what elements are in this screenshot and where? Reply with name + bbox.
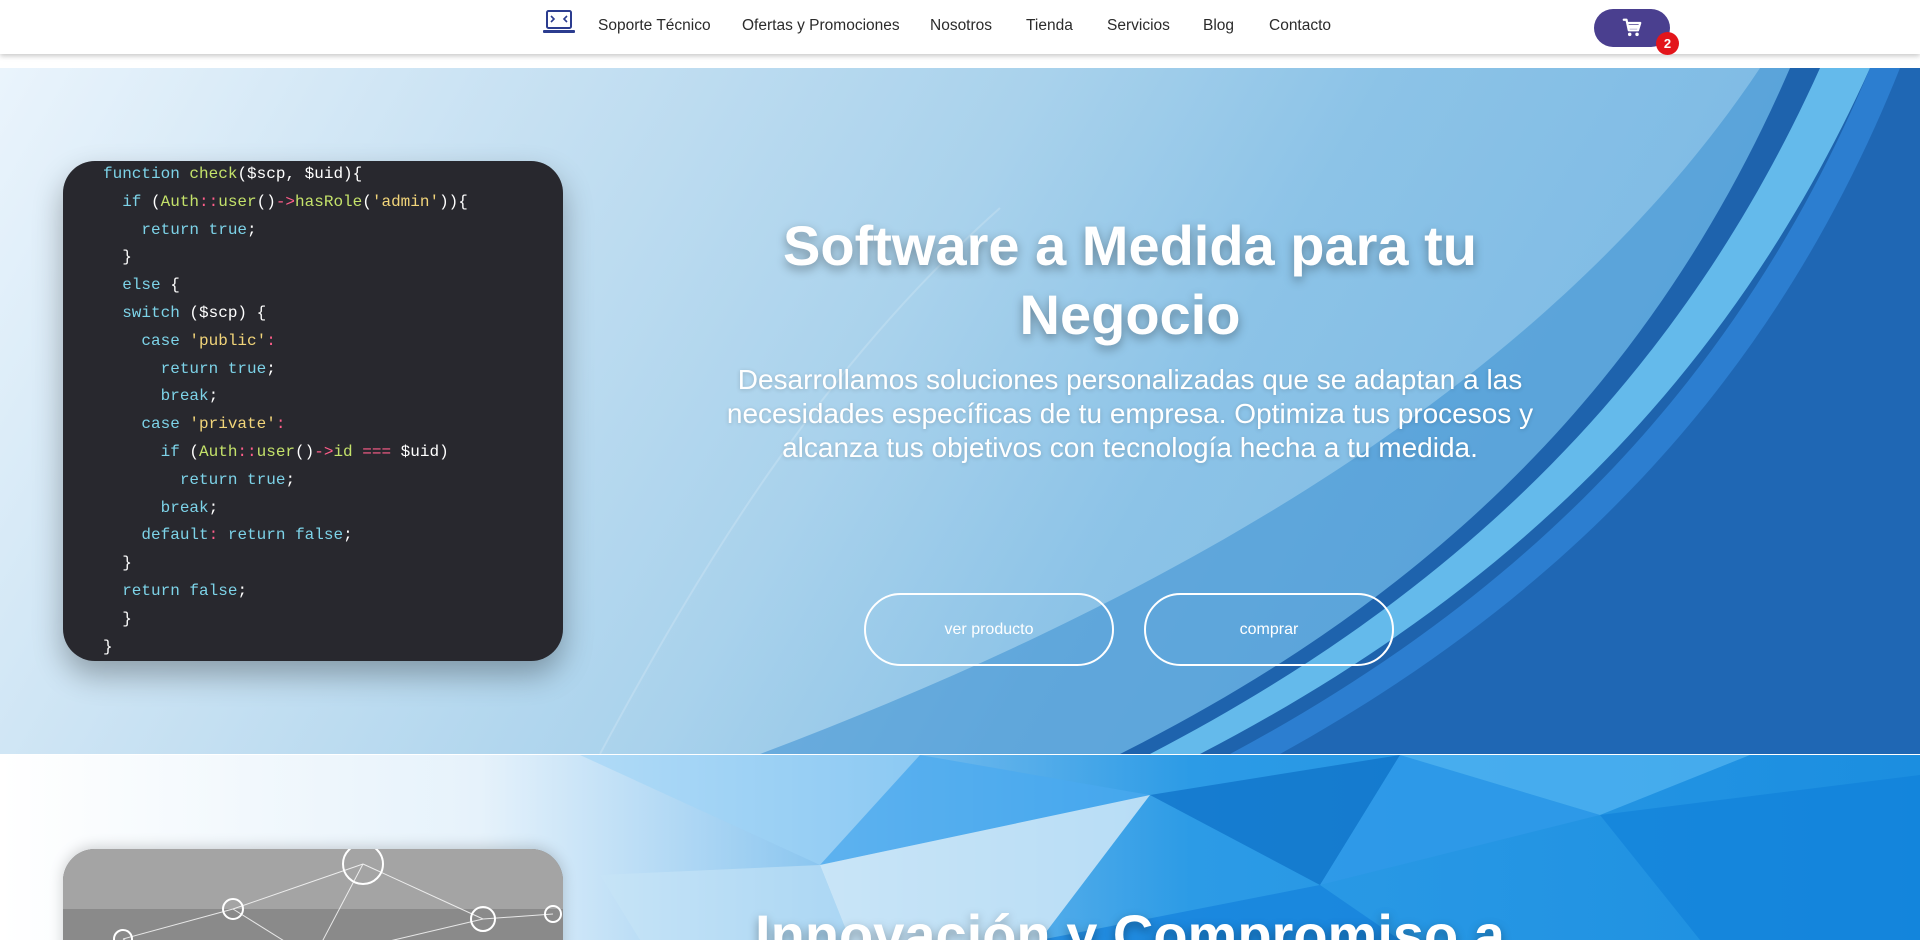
innovation-section: Innovación y Compromiso a — [0, 755, 1920, 940]
nav-contacto[interactable]: Contacto — [1269, 17, 1331, 35]
laptop-code-icon[interactable] — [541, 9, 577, 37]
nav-servicios[interactable]: Servicios — [1107, 17, 1170, 35]
ver-producto-button[interactable]: ver producto — [864, 593, 1114, 666]
nav-soporte-tecnico[interactable]: Soporte Técnico — [598, 17, 711, 35]
hero-title: Software a Medida para tu Negocio — [783, 214, 1477, 346]
code-snippet-card: function check($scp, $uid){ if (Auth::us… — [63, 161, 563, 661]
site-header: Soporte Técnico Ofertas y Promociones No… — [0, 0, 1920, 55]
nav-tienda[interactable]: Tienda — [1026, 17, 1073, 35]
nav-nosotros[interactable]: Nosotros — [930, 17, 992, 35]
network-people-image — [63, 849, 563, 940]
cart-count-badge: 2 — [1656, 32, 1679, 55]
hero-description: Desarrollamos soluciones personalizadas … — [726, 364, 1534, 463]
code-snippet: function check($scp, $uid){ if (Auth::us… — [103, 165, 468, 656]
section-title: Innovación y Compromiso a — [755, 903, 1505, 940]
comprar-button[interactable]: comprar — [1144, 593, 1394, 666]
nav-blog[interactable]: Blog — [1203, 17, 1234, 35]
cart-icon — [1622, 18, 1642, 37]
nav-ofertas-promociones[interactable]: Ofertas y Promociones — [742, 17, 900, 35]
hero-section: function check($scp, $uid){ if (Auth::us… — [0, 68, 1920, 754]
